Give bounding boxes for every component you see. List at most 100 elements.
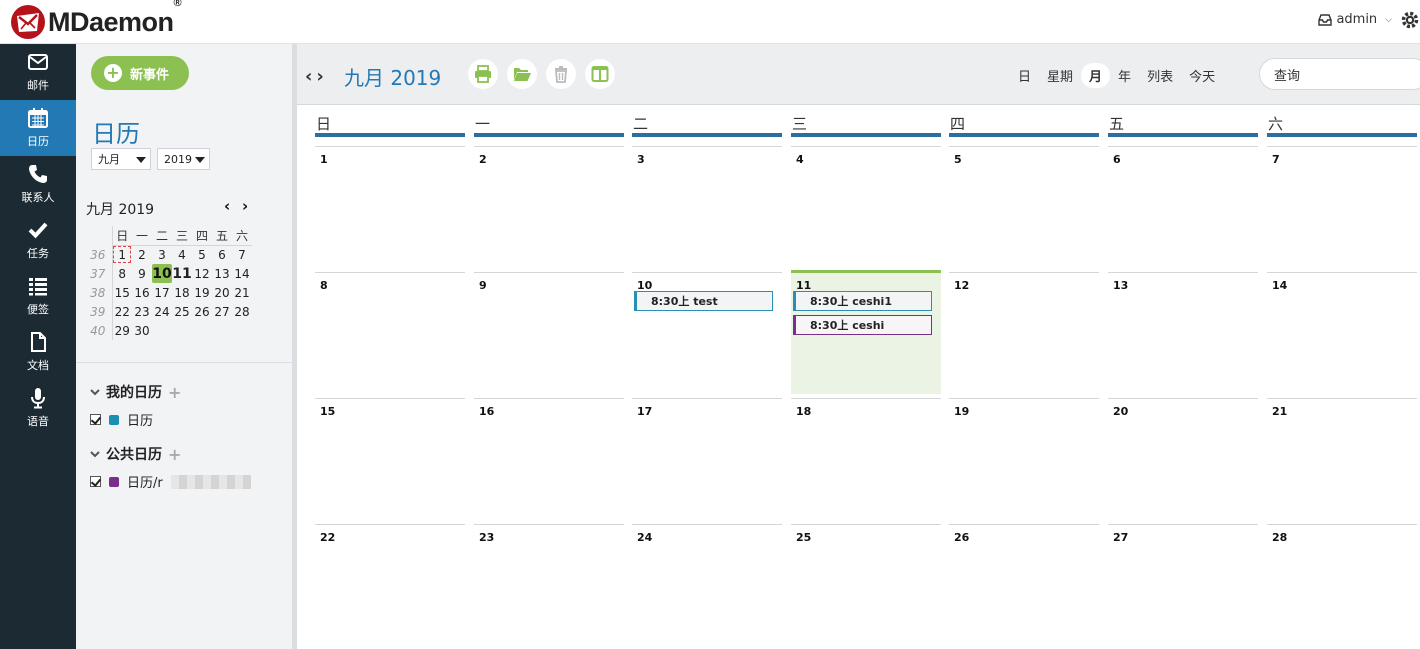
mini-day[interactable]: 30 — [132, 321, 152, 340]
mini-day[interactable]: 5 — [192, 245, 212, 264]
calendar-list-item[interactable]: 日历 — [90, 410, 153, 429]
mini-day[interactable]: 10 — [152, 264, 172, 283]
nav-item-voice[interactable]: 语音 — [0, 380, 76, 436]
day-cell[interactable]: 23 — [474, 524, 624, 648]
nav-item-calendar[interactable]: 日历 — [0, 100, 76, 156]
prev-month-button[interactable]: ‹ — [305, 66, 316, 87]
day-cell[interactable]: 11 8:30上 ceshi1 8:30上 ceshi — [791, 270, 941, 394]
day-cell[interactable]: 1 — [315, 146, 465, 270]
weekday-header: 三 — [791, 113, 941, 137]
day-cell[interactable]: 9 — [474, 272, 624, 396]
mini-day[interactable]: 23 — [132, 302, 152, 321]
day-cell[interactable]: 26 — [949, 524, 1099, 648]
gear-icon[interactable] — [1400, 10, 1420, 30]
day-cell[interactable]: 28 — [1267, 524, 1417, 648]
day-cell[interactable]: 25 — [791, 524, 941, 648]
mini-day[interactable]: 6 — [212, 245, 232, 264]
day-cell[interactable]: 18 — [791, 398, 941, 522]
mini-day[interactable]: 8 — [111, 264, 132, 283]
day-cell[interactable]: 15 — [315, 398, 465, 522]
day-cell[interactable]: 12 — [949, 272, 1099, 396]
user-menu[interactable]: admin ⌵ — [1318, 12, 1392, 27]
public-calendars-header[interactable]: 公共日历 + — [90, 444, 181, 464]
day-cell[interactable]: 7 — [1267, 146, 1417, 270]
view-year[interactable]: 年 — [1110, 63, 1139, 88]
day-cell[interactable]: 5 — [949, 146, 1099, 270]
open-folder-button[interactable] — [507, 59, 537, 89]
day-cell[interactable]: 2 — [474, 146, 624, 270]
weekday-header: 四 — [949, 113, 1099, 137]
nav-item-notes[interactable]: 便签 — [0, 268, 76, 324]
day-cell[interactable]: 13 — [1108, 272, 1258, 396]
split-view-button[interactable] — [585, 59, 615, 89]
month-select[interactable]: 九月 — [91, 148, 151, 170]
day-cell[interactable]: 8 — [315, 272, 465, 396]
mini-day[interactable]: 27 — [212, 302, 232, 321]
view-week[interactable]: 星期 — [1039, 63, 1081, 88]
calendar-event[interactable]: 8:30上 ceshi1 — [793, 291, 932, 311]
next-month-button[interactable]: › — [316, 66, 327, 87]
delete-button[interactable] — [546, 59, 576, 89]
mini-day[interactable]: 11 — [172, 264, 192, 283]
mini-day[interactable]: 20 — [212, 283, 232, 302]
new-event-button[interactable]: + 新事件 — [91, 56, 189, 90]
calendar-event[interactable]: 8:30上 ceshi — [793, 315, 932, 335]
mini-day[interactable]: 14 — [232, 264, 252, 283]
mini-day[interactable]: 15 — [111, 283, 132, 302]
checkbox-icon[interactable] — [90, 414, 101, 425]
mini-day[interactable]: 28 — [232, 302, 252, 321]
mini-day[interactable]: 19 — [192, 283, 212, 302]
print-button[interactable] — [468, 59, 498, 89]
day-cell[interactable]: 24 — [632, 524, 782, 648]
mini-day[interactable]: 21 — [232, 283, 252, 302]
calendar-event[interactable]: 8:30上 test — [634, 291, 773, 311]
day-cell[interactable]: 22 — [315, 524, 465, 648]
day-cell[interactable]: 3 — [632, 146, 782, 270]
mini-day[interactable]: 13 — [212, 264, 232, 283]
search-input[interactable]: 查询 — [1259, 58, 1420, 90]
nav-item-contacts[interactable]: 联系人 — [0, 156, 76, 212]
day-cell[interactable]: 21 — [1267, 398, 1417, 522]
add-calendar-icon[interactable]: + — [168, 445, 181, 464]
day-cell[interactable]: 14 — [1267, 272, 1417, 396]
nav-item-mail[interactable]: 邮件 — [0, 44, 76, 100]
mini-day[interactable]: 12 — [192, 264, 212, 283]
mini-day[interactable]: 18 — [172, 283, 192, 302]
my-calendars-header[interactable]: 我的日历 + — [90, 382, 181, 402]
year-select[interactable]: 2019 — [157, 148, 210, 170]
nav-item-documents[interactable]: 文档 — [0, 324, 76, 380]
day-cell[interactable]: 27 — [1108, 524, 1258, 648]
day-cell[interactable]: 6 — [1108, 146, 1258, 270]
mini-day[interactable]: 2 — [132, 245, 152, 264]
mini-day[interactable]: 4 — [172, 245, 192, 264]
mini-prev-button[interactable]: ‹ — [224, 197, 230, 215]
view-today[interactable]: 今天 — [1181, 63, 1223, 88]
day-cell[interactable]: 16 — [474, 398, 624, 522]
calendar-list-item[interactable]: 日历/r — [90, 472, 251, 491]
day-cell[interactable]: 10 8:30上 test — [632, 272, 782, 396]
mini-day[interactable]: 1 — [111, 245, 132, 264]
add-calendar-icon[interactable]: + — [168, 383, 181, 402]
day-cell[interactable]: 17 — [632, 398, 782, 522]
mini-day[interactable]: 3 — [152, 245, 172, 264]
day-cell[interactable]: 4 — [791, 146, 941, 270]
mini-day[interactable]: 16 — [132, 283, 152, 302]
mini-day[interactable]: 17 — [152, 283, 172, 302]
mini-day[interactable]: 7 — [232, 245, 252, 264]
mini-next-button[interactable]: › — [242, 197, 248, 215]
mini-day[interactable]: 29 — [111, 321, 132, 340]
mini-day[interactable]: 24 — [152, 302, 172, 321]
mini-day[interactable]: 26 — [192, 302, 212, 321]
mini-day[interactable]: 9 — [132, 264, 152, 283]
checkbox-icon[interactable] — [90, 476, 101, 487]
panel-resize-handle[interactable] — [292, 44, 297, 649]
mdaemon-logo[interactable]: MDaemon® — [10, 0, 182, 40]
mini-day[interactable]: 22 — [111, 302, 132, 321]
nav-item-tasks[interactable]: 任务 — [0, 212, 76, 268]
day-cell[interactable]: 19 — [949, 398, 1099, 522]
view-month[interactable]: 月 — [1081, 63, 1111, 88]
day-cell[interactable]: 20 — [1108, 398, 1258, 522]
view-list[interactable]: 列表 — [1139, 63, 1181, 88]
view-day[interactable]: 日 — [1010, 63, 1039, 88]
mini-day[interactable]: 25 — [172, 302, 192, 321]
